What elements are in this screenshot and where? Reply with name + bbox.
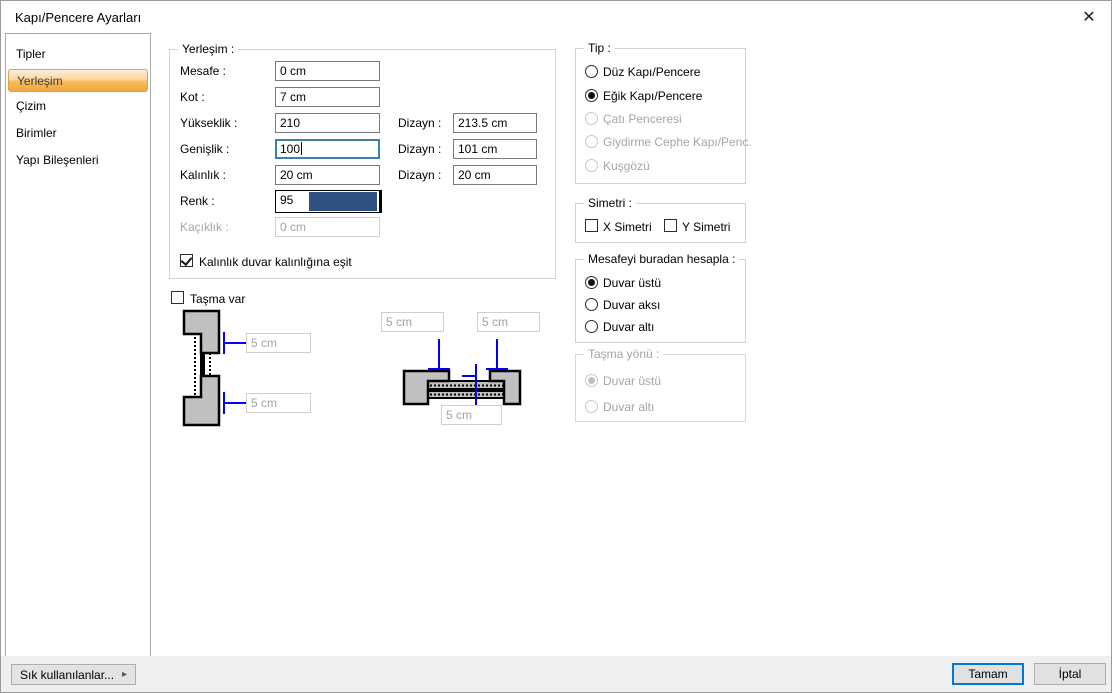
- favorites-button-label: Sık kullanılanlar...: [20, 668, 114, 682]
- cancel-button[interactable]: İptal: [1034, 663, 1106, 685]
- footer-bar: Sık kullanılanlar... ▸ Tamam İptal: [1, 656, 1111, 692]
- y-simetri-checkbox[interactable]: [664, 219, 677, 232]
- radio-duz-kapi-pencere-label: Düz Kapı/Pencere: [603, 65, 700, 79]
- genislik-label: Genişlik :: [180, 142, 229, 156]
- radio-duz-kapi-pencere[interactable]: [585, 65, 598, 78]
- genislik-dizayn-input[interactable]: [453, 139, 537, 159]
- radio-tasma-duvar-ustu-label: Duvar üstü: [603, 374, 661, 388]
- renk-color-swatch: [309, 192, 377, 211]
- genislik-input[interactable]: [275, 139, 380, 159]
- radio-cati-penceresi-label: Çatı Penceresi: [603, 112, 682, 126]
- radio-duvar-ustu[interactable]: [585, 276, 598, 289]
- wall-section-diagram: [179, 307, 319, 435]
- sidebar: Tipler Yerleşim Çizim Birimler Yapı Bile…: [5, 33, 151, 657]
- mesafe-label: Mesafe :: [180, 64, 226, 78]
- tasma-yonu-group: Taşma yönü : Duvar üstü Duvar altı: [575, 354, 746, 422]
- favorites-arrow-icon: ▸: [122, 670, 127, 680]
- tasma-var-checkbox[interactable]: [171, 291, 184, 304]
- yukseklik-dizayn-input[interactable]: [453, 113, 537, 133]
- overhang-left-bottom-input: [246, 393, 311, 413]
- yerlesim-group: Yerleşim : Mesafe : Kot : Yükseklik : Di…: [169, 49, 556, 279]
- equal-thickness-label: Kalınlık duvar kalınlığına eşit: [199, 255, 352, 269]
- radio-duvar-alti-label: Duvar altı: [603, 320, 654, 334]
- radio-kusgozu-label: Kuşgözü: [603, 159, 650, 173]
- radio-kusgozu: [585, 159, 598, 172]
- kalinlik-dizayn-label: Dizayn :: [398, 168, 441, 182]
- simetri-group-title: Simetri :: [584, 196, 636, 210]
- tip-group: Tip : Düz Kapı/Pencere Eğik Kapı/Pencere…: [575, 48, 746, 184]
- radio-egik-kapi-pencere[interactable]: [585, 89, 598, 102]
- kalinlik-label: Kalınlık :: [180, 168, 226, 182]
- overhang-left-top-input: [246, 333, 311, 353]
- radio-duvar-aksi[interactable]: [585, 298, 598, 311]
- kaciklik-input: [275, 217, 380, 237]
- kalinlik-input[interactable]: [275, 165, 380, 185]
- x-simetri-checkbox[interactable]: [585, 219, 598, 232]
- kot-input[interactable]: [275, 87, 380, 107]
- simetri-group: Simetri : X Simetri Y Simetri: [575, 203, 746, 243]
- renk-label: Renk :: [180, 194, 215, 208]
- overhang-right-bottom-input: [441, 405, 502, 425]
- kot-label: Kot :: [180, 90, 205, 104]
- close-icon[interactable]: ✕: [1076, 6, 1102, 30]
- overhang-right-top-left-input: [381, 312, 444, 332]
- kaciklik-label: Kaçıklık :: [180, 220, 229, 234]
- renk-color-control[interactable]: 95: [275, 190, 382, 213]
- wall-plan-diagram: [396, 336, 561, 411]
- mesafe-hesapla-group: Mesafeyi buradan hesapla : Duvar üstü Du…: [575, 259, 746, 343]
- radio-duvar-aksi-label: Duvar aksı: [603, 298, 660, 312]
- radio-egik-kapi-pencere-label: Eğik Kapı/Pencere: [603, 89, 702, 103]
- sidebar-item-tipler[interactable]: Tipler: [6, 41, 150, 68]
- radio-cati-penceresi: [585, 112, 598, 125]
- text-caret: [301, 142, 302, 155]
- radio-duvar-alti[interactable]: [585, 320, 598, 333]
- sidebar-item-yerlesim[interactable]: Yerleşim: [8, 69, 148, 92]
- radio-giydirme-cephe: [585, 135, 598, 148]
- tasma-var-label: Taşma var: [190, 292, 245, 306]
- tasma-yonu-group-title: Taşma yönü :: [584, 347, 663, 361]
- tip-group-title: Tip :: [584, 41, 615, 55]
- yukseklik-dizayn-label: Dizayn :: [398, 116, 441, 130]
- door-window-settings-dialog: Kapı/Pencere Ayarları ✕ Tipler Yerleşim …: [0, 0, 1112, 693]
- renk-value: 95: [276, 191, 309, 212]
- favorites-button[interactable]: Sık kullanılanlar... ▸: [11, 664, 136, 685]
- mesafe-input[interactable]: [275, 61, 380, 81]
- kalinlik-dizayn-input[interactable]: [453, 165, 537, 185]
- genislik-dizayn-label: Dizayn :: [398, 142, 441, 156]
- ok-button[interactable]: Tamam: [952, 663, 1024, 685]
- radio-duvar-ustu-label: Duvar üstü: [603, 276, 661, 290]
- dialog-title: Kapı/Pencere Ayarları: [15, 10, 141, 25]
- yerlesim-group-title: Yerleşim :: [178, 42, 238, 56]
- x-simetri-label: X Simetri: [603, 220, 652, 234]
- equal-thickness-checkbox[interactable]: [180, 254, 193, 267]
- sidebar-item-cizim[interactable]: Çizim: [6, 93, 150, 120]
- radio-giydirme-cephe-label: Giydirme Cephe Kapı/Penc.: [603, 135, 752, 149]
- radio-tasma-duvar-alti: [585, 400, 598, 413]
- overhang-right-top-right-input: [477, 312, 540, 332]
- yukseklik-input[interactable]: [275, 113, 380, 133]
- sidebar-item-birimler[interactable]: Birimler: [6, 120, 150, 147]
- mesafe-hesapla-group-title: Mesafeyi buradan hesapla :: [584, 252, 739, 266]
- radio-tasma-duvar-ustu: [585, 374, 598, 387]
- y-simetri-label: Y Simetri: [682, 220, 730, 234]
- yukseklik-label: Yükseklik :: [180, 116, 237, 130]
- sidebar-item-yapi-bilesenleri[interactable]: Yapı Bileşenleri: [6, 147, 150, 174]
- radio-tasma-duvar-alti-label: Duvar altı: [603, 400, 654, 414]
